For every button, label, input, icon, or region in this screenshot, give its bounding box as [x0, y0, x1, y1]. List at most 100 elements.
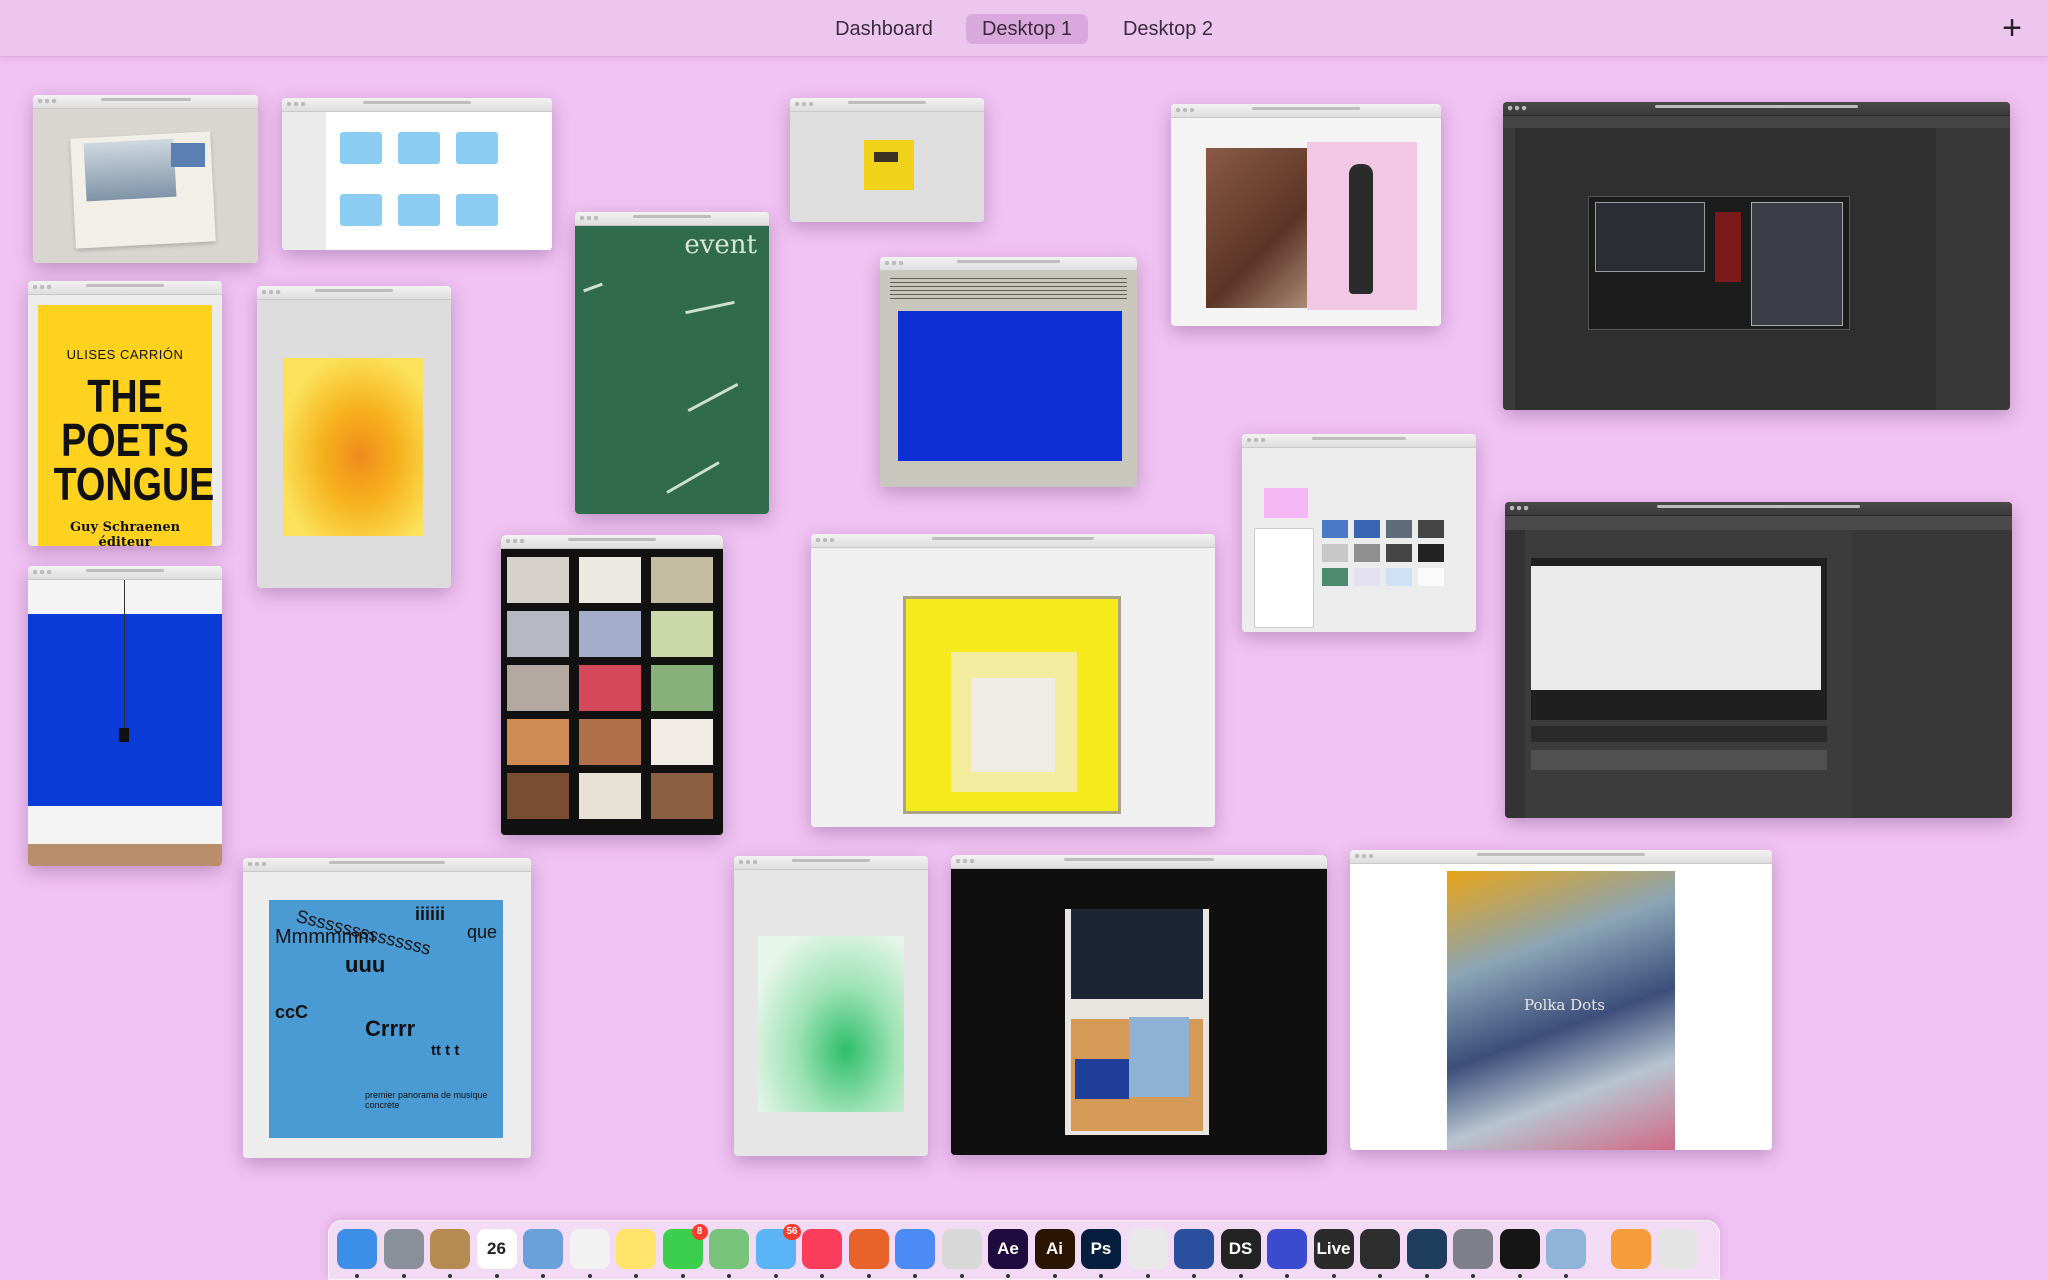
- running-indicator: [866, 1274, 871, 1278]
- hive-icon[interactable]: [1360, 1229, 1400, 1269]
- ableton-live-icon[interactable]: Live: [1313, 1229, 1354, 1269]
- window-preview-plastic-bags[interactable]: Polka Dots: [1350, 850, 1772, 1150]
- calendar-icon[interactable]: 26: [476, 1229, 517, 1269]
- book-title-line: TONGUE: [53, 458, 215, 510]
- window-titlebar[interactable]: [257, 286, 451, 300]
- poster-text: que: [467, 922, 498, 942]
- window-preview-chalkboard[interactable]: event: [575, 212, 769, 514]
- color-swatch[interactable]: [1418, 544, 1444, 562]
- photos-icon[interactable]: [569, 1229, 610, 1269]
- space-tab-desktop-2[interactable]: Desktop 2: [1110, 14, 1226, 44]
- window-titlebar[interactable]: [28, 281, 222, 295]
- facetime-icon[interactable]: 8: [662, 1224, 708, 1269]
- color-swatch[interactable]: [1386, 568, 1412, 586]
- window-titlebar[interactable]: [951, 855, 1327, 869]
- running-indicator: [541, 1274, 545, 1278]
- notes-icon[interactable]: [616, 1229, 656, 1269]
- running-indicator: [1424, 1274, 1429, 1278]
- folder-icon[interactable]: [456, 194, 498, 226]
- color-swatch[interactable]: [1354, 544, 1380, 562]
- window-titlebar[interactable]: [790, 98, 984, 112]
- window-titlebar[interactable]: [575, 212, 769, 226]
- window-titlebar[interactable]: [1171, 104, 1441, 118]
- window-titlebar[interactable]: [282, 98, 552, 112]
- running-indicator: [401, 1274, 406, 1278]
- folder-icon[interactable]: [456, 132, 498, 164]
- hive-alt-icon[interactable]: [1406, 1229, 1447, 1269]
- serato-icon[interactable]: [1499, 1229, 1540, 1269]
- illustrator-icon[interactable]: Ai: [1034, 1229, 1075, 1269]
- folder-icon[interactable]: [340, 194, 382, 226]
- folder-stack-icon[interactable]: [1610, 1229, 1651, 1269]
- system-preferences-icon[interactable]: [1453, 1229, 1493, 1269]
- window-titlebar[interactable]: [243, 858, 531, 872]
- color-swatch[interactable]: [1386, 544, 1412, 562]
- window-preview-anatomy[interactable]: [1171, 104, 1441, 326]
- window-titlebar[interactable]: [1350, 850, 1772, 864]
- folder-icon[interactable]: [398, 194, 440, 226]
- poster-text: iiiiii: [415, 904, 446, 924]
- space-tab-desktop-1[interactable]: Desktop 1: [966, 14, 1088, 44]
- coda-icon[interactable]: [1267, 1229, 1307, 1269]
- window-preview-poets-tongue[interactable]: ULISES CARRIÓN THE POETS TONGUE Guy Schr…: [28, 281, 222, 546]
- window-cinema4d[interactable]: [1505, 502, 2012, 818]
- finder-icon[interactable]: [337, 1229, 377, 1269]
- running-indicator: [494, 1274, 499, 1278]
- image-capture-icon[interactable]: [1546, 1229, 1586, 1269]
- firefox-icon[interactable]: [848, 1229, 889, 1269]
- window-photoshop[interactable]: [1503, 102, 2010, 410]
- window-titlebar[interactable]: [811, 534, 1215, 548]
- book-author: ULISES CARRIÓN: [66, 347, 184, 362]
- window-titlebar[interactable]: [28, 566, 222, 580]
- color-swatch[interactable]: [1418, 520, 1444, 538]
- window-titlebar[interactable]: [1503, 102, 2010, 116]
- color-swatch[interactable]: [1418, 568, 1444, 586]
- window-preview-book-photo[interactable]: [33, 95, 258, 263]
- messages-icon[interactable]: 56: [755, 1224, 801, 1269]
- window-preview-small-yellow[interactable]: [790, 98, 984, 222]
- color-swatch[interactable]: [1386, 520, 1412, 538]
- scrivener-icon[interactable]: [1127, 1229, 1168, 1269]
- window-preview-green-abstract[interactable]: [734, 856, 928, 1156]
- launchpad-icon[interactable]: [383, 1229, 424, 1269]
- window-titlebar[interactable]: [501, 535, 723, 549]
- color-swatch[interactable]: [1322, 544, 1348, 562]
- color-swatch[interactable]: [1354, 568, 1380, 586]
- preview-icon[interactable]: [523, 1229, 563, 1269]
- color-swatch[interactable]: [1322, 520, 1348, 538]
- window-preview-blue-wall[interactable]: [28, 566, 222, 866]
- folder-icon[interactable]: [398, 132, 440, 164]
- maps-icon[interactable]: [709, 1229, 749, 1269]
- window-titlebar[interactable]: [880, 257, 1137, 271]
- window-preview-zine-grid[interactable]: [501, 535, 723, 835]
- window-titlebar[interactable]: [1505, 502, 2012, 516]
- window-desktop-screen-saver[interactable]: [1242, 434, 1476, 632]
- window-titlebar[interactable]: [734, 856, 928, 870]
- dazstudio-icon[interactable]: DS: [1220, 1229, 1261, 1269]
- cinema4d-icon[interactable]: [1174, 1229, 1214, 1269]
- running-indicator: [355, 1274, 359, 1278]
- window-preview-concrete-music[interactable]: Sssssssssssssss Mmmmmm uuu iiiiii que cc…: [243, 858, 531, 1158]
- running-indicator: [1192, 1274, 1196, 1278]
- dock-icon-label: 26: [487, 1239, 506, 1258]
- window-preview-blue-print[interactable]: [880, 257, 1137, 487]
- photoshop-icon[interactable]: Ps: [1081, 1229, 1121, 1269]
- running-indicator: [820, 1274, 824, 1278]
- trash-icon[interactable]: [1657, 1229, 1697, 1269]
- window-preview-albers[interactable]: [811, 534, 1215, 827]
- contacts-icon[interactable]: [430, 1229, 470, 1269]
- window-finder[interactable]: [282, 98, 552, 250]
- space-tab-dashboard[interactable]: Dashboard: [826, 14, 942, 44]
- add-space-button[interactable]: +: [2002, 10, 2022, 46]
- after-effects-icon[interactable]: Ae: [988, 1229, 1028, 1269]
- window-titlebar[interactable]: [1242, 434, 1476, 448]
- window-titlebar[interactable]: [33, 95, 258, 109]
- color-swatch[interactable]: [1354, 520, 1380, 538]
- folder-icon[interactable]: [340, 132, 382, 164]
- chrome-icon[interactable]: [895, 1229, 935, 1269]
- zbrush-icon[interactable]: [941, 1229, 982, 1269]
- window-preview-yellow-abstract[interactable]: [257, 286, 451, 588]
- color-swatch[interactable]: [1322, 568, 1348, 586]
- music-icon[interactable]: [802, 1229, 842, 1269]
- window-preview-collage[interactable]: [951, 855, 1327, 1155]
